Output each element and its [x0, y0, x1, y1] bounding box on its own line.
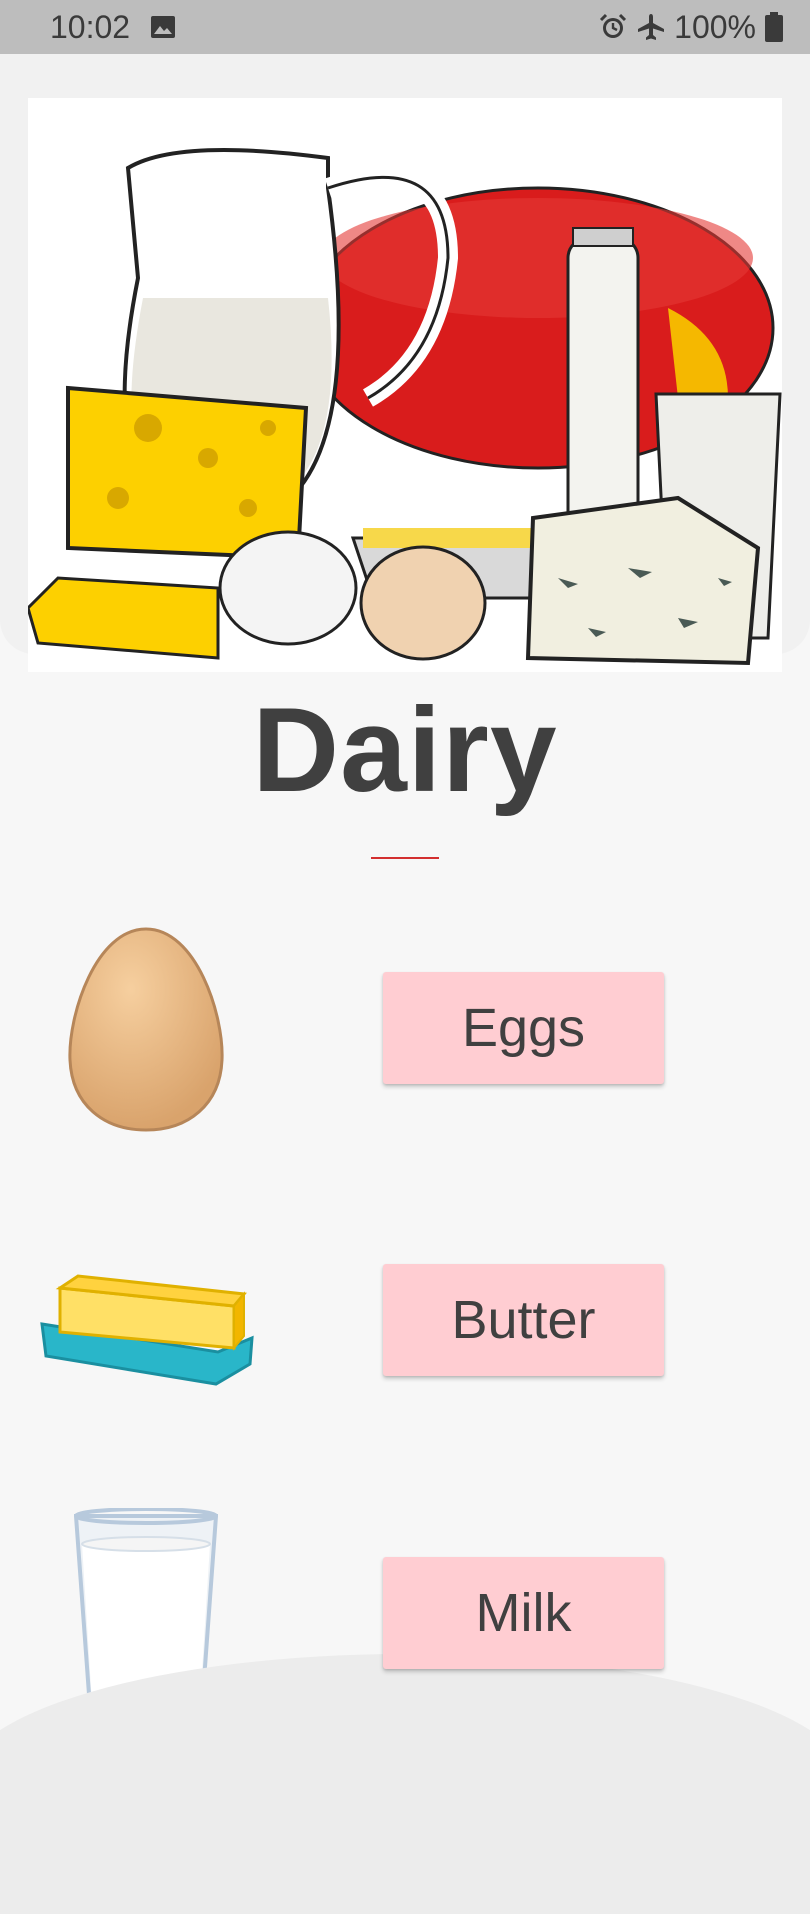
alarm-icon	[600, 13, 627, 38]
airplane-mode-icon	[638, 14, 665, 40]
butter-button[interactable]: Butter	[383, 1264, 664, 1376]
image-icon	[151, 16, 175, 38]
butter-icon	[38, 1272, 256, 1390]
milk-button[interactable]: Milk	[383, 1557, 664, 1669]
bottom-decoration	[0, 1654, 810, 1914]
hero-card	[0, 54, 810, 672]
egg-icon	[66, 925, 226, 1135]
status-icons: 100%	[598, 8, 784, 46]
battery-percentage: 100%	[674, 9, 756, 45]
battery-icon	[765, 12, 783, 42]
status-bar: 10:02 100%	[0, 0, 810, 54]
dairy-products-image	[26, 98, 782, 672]
status-time: 10:02	[50, 9, 131, 45]
page-title: Dairy	[252, 683, 558, 817]
title-divider	[371, 857, 439, 859]
eggs-button[interactable]: Eggs	[383, 972, 664, 1084]
